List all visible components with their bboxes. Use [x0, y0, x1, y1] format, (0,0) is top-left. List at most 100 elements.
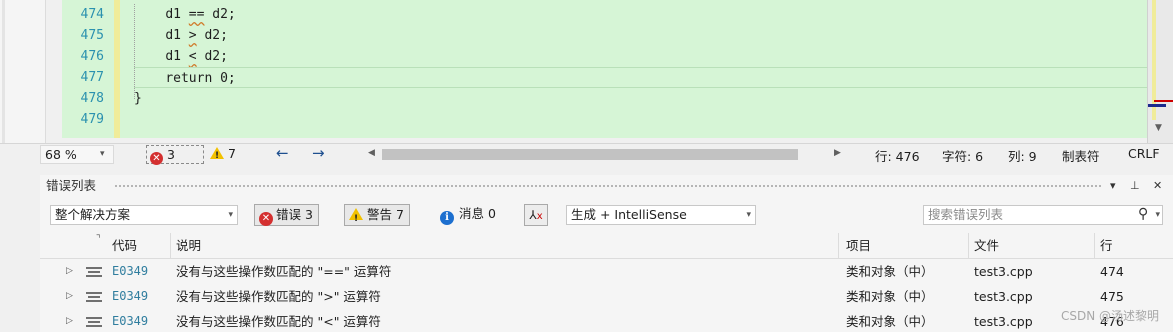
error-file: test3.cpp	[974, 264, 1033, 279]
expand-arrow-icon[interactable]: ▷	[66, 309, 73, 332]
line-indicator[interactable]: 行: 476	[875, 146, 920, 165]
column-indicator[interactable]: 列: 9	[1008, 146, 1037, 165]
change-tracking-bar	[114, 0, 120, 138]
code-line[interactable]: d1 == d2;	[134, 4, 1147, 25]
warnings-label: 警告 7	[366, 207, 404, 222]
column-divider[interactable]	[1094, 233, 1095, 259]
scroll-right-arrow-icon[interactable]: ▶	[834, 148, 841, 158]
code-token: d1	[165, 49, 189, 64]
table-row[interactable]: ▷ E0349 没有与这些操作数匹配的 ">" 运算符 类和对象（中） test…	[40, 284, 1173, 309]
code-token: d2;	[204, 7, 236, 22]
error-description: 没有与这些操作数匹配的 "<" 运算符	[176, 314, 381, 329]
error-squiggle[interactable]: ==	[189, 7, 205, 22]
navigate-back-icon[interactable]: ←	[276, 144, 289, 162]
messages-label: 消息 0	[459, 206, 496, 221]
code-line[interactable]: d1 > d2;	[134, 25, 1147, 46]
error-icon: ✕	[259, 212, 273, 226]
error-list-panel: 错误列表 ▾ ⊥ ✕ 整个解决方案 ▾ ✕错误 3 警告 7 i 消息 0 ⅄x …	[40, 175, 1173, 332]
warnings-filter-button[interactable]: 警告 7	[344, 204, 410, 229]
error-code[interactable]: E0349	[112, 284, 148, 309]
build-source-dropdown[interactable]: 生成 + IntelliSense ▾	[566, 205, 756, 225]
outer-gutter	[0, 0, 46, 143]
error-code[interactable]: E0349	[112, 259, 148, 284]
line-number: 475	[80, 28, 104, 43]
scrollbar-change-marker	[1152, 0, 1156, 120]
table-row[interactable]: ▷ E0349 没有与这些操作数匹配的 "<" 运算符 类和对象（中） test…	[40, 309, 1173, 332]
error-description: 没有与这些操作数匹配的 "==" 运算符	[176, 264, 392, 279]
column-header-code[interactable]: 代码	[112, 233, 137, 259]
error-icon: ✕	[150, 152, 163, 165]
scroll-down-arrow-icon[interactable]: ▼	[1155, 123, 1162, 133]
expand-arrow-icon[interactable]: ▷	[66, 259, 73, 284]
error-list-toolbar: 整个解决方案 ▾ ✕错误 3 警告 7 i 消息 0 ⅄x 生成 + Intell…	[40, 201, 1173, 229]
error-file: test3.cpp	[974, 314, 1033, 329]
tabs-indicator[interactable]: 制表符	[1062, 146, 1100, 165]
intellisense-icon	[86, 267, 104, 277]
error-line: 475	[1100, 289, 1124, 304]
line-ending-indicator[interactable]: CRLF	[1128, 146, 1160, 161]
line-number: 478	[80, 91, 104, 106]
code-token: }	[134, 91, 142, 106]
column-header-description[interactable]: 说明	[176, 233, 201, 259]
code-line[interactable]	[134, 109, 1147, 130]
close-icon[interactable]: ✕	[1153, 175, 1162, 197]
column-divider[interactable]	[838, 233, 839, 259]
current-code-line[interactable]: return 0;	[134, 67, 1147, 88]
pin-icon[interactable]: ⊥	[1130, 175, 1140, 197]
code-token: d2;	[196, 28, 228, 43]
warning-count-indicator[interactable]: 7	[210, 145, 236, 165]
zoom-value: 68 %	[45, 147, 77, 162]
scroll-left-arrow-icon[interactable]: ◀	[368, 148, 375, 158]
column-divider[interactable]	[170, 233, 171, 259]
intellisense-icon	[86, 317, 104, 327]
error-squiggle[interactable]: <	[189, 49, 197, 64]
warning-icon	[210, 147, 224, 165]
error-file: test3.cpp	[974, 289, 1033, 304]
dropdown-arrow-icon[interactable]: ▾	[1110, 175, 1116, 197]
column-header-project[interactable]: 项目	[846, 233, 871, 259]
intellisense-icon	[86, 292, 104, 302]
table-row[interactable]: ▷ E0349 没有与这些操作数匹配的 "==" 运算符 类和对象（中） tes…	[40, 259, 1173, 284]
column-header-file[interactable]: 文件	[974, 233, 999, 259]
code-token: d2;	[196, 49, 228, 64]
build-filter-icon[interactable]: ⅄x	[524, 204, 548, 226]
error-squiggle[interactable]: >	[189, 28, 197, 43]
error-project: 类和对象（中）	[846, 264, 934, 279]
column-divider[interactable]	[968, 233, 969, 259]
error-code[interactable]: E0349	[112, 309, 148, 332]
sort-icon[interactable]: ⌝	[96, 227, 101, 253]
chevron-down-icon[interactable]: ▾	[1155, 206, 1160, 224]
error-list-title-bar[interactable]: 错误列表 ▾ ⊥ ✕	[40, 175, 1173, 197]
chevron-down-icon[interactable]: ▾	[100, 149, 105, 159]
char-indicator[interactable]: 字符: 6	[942, 146, 983, 165]
code-editor: 474 475 476 477 478 479 d1 == d2; d1 > d…	[0, 0, 1173, 143]
messages-filter-button[interactable]: i 消息 0	[436, 204, 500, 226]
search-icon[interactable]: ⚲	[1138, 205, 1148, 223]
title-grip	[114, 184, 1103, 189]
error-count-indicator[interactable]: ✕ 3	[146, 145, 204, 165]
chevron-down-icon: ▾	[746, 210, 751, 220]
build-source-value: 生成 + IntelliSense	[571, 207, 687, 222]
navigate-forward-icon[interactable]: →	[312, 144, 325, 162]
editor-status-bar: 68 % ▾ ✕ 3 7 ← → ◀ ▶ 行: 476 字符: 6 列: 9 制…	[0, 143, 1173, 165]
code-line[interactable]: d1 < d2;	[134, 46, 1147, 67]
expand-arrow-icon[interactable]: ▷	[66, 284, 73, 309]
panel-title: 错误列表	[46, 178, 97, 193]
error-table: ⌝ 代码 说明 项目 文件 行 ▷ E0349 没有与这些操作数匹配的 "=="…	[40, 233, 1173, 332]
error-count: 3	[166, 147, 175, 162]
code-line[interactable]: }	[134, 88, 1147, 109]
horizontal-scrollbar-thumb[interactable]	[382, 149, 798, 160]
errors-filter-button[interactable]: ✕ 错误 3	[254, 204, 319, 226]
scope-dropdown[interactable]: 整个解决方案 ▾	[50, 205, 238, 225]
vertical-scrollbar[interactable]: ▼	[1147, 0, 1173, 143]
code-lines[interactable]: d1 == d2; d1 > d2; d1 < d2; return 0; }	[134, 4, 1147, 130]
code-area[interactable]: 474 475 476 477 478 479 d1 == d2; d1 > d…	[62, 0, 1147, 138]
error-description: 没有与这些操作数匹配的 ">" 运算符	[176, 289, 381, 304]
search-error-list-input[interactable]: 搜索错误列表 ⚲ ▾	[923, 205, 1163, 225]
column-header-line[interactable]: 行	[1100, 233, 1113, 259]
scrollbar-caret-marker	[1148, 104, 1166, 107]
table-header: ⌝ 代码 说明 项目 文件 行	[40, 233, 1173, 259]
code-token: return 0;	[165, 71, 236, 86]
